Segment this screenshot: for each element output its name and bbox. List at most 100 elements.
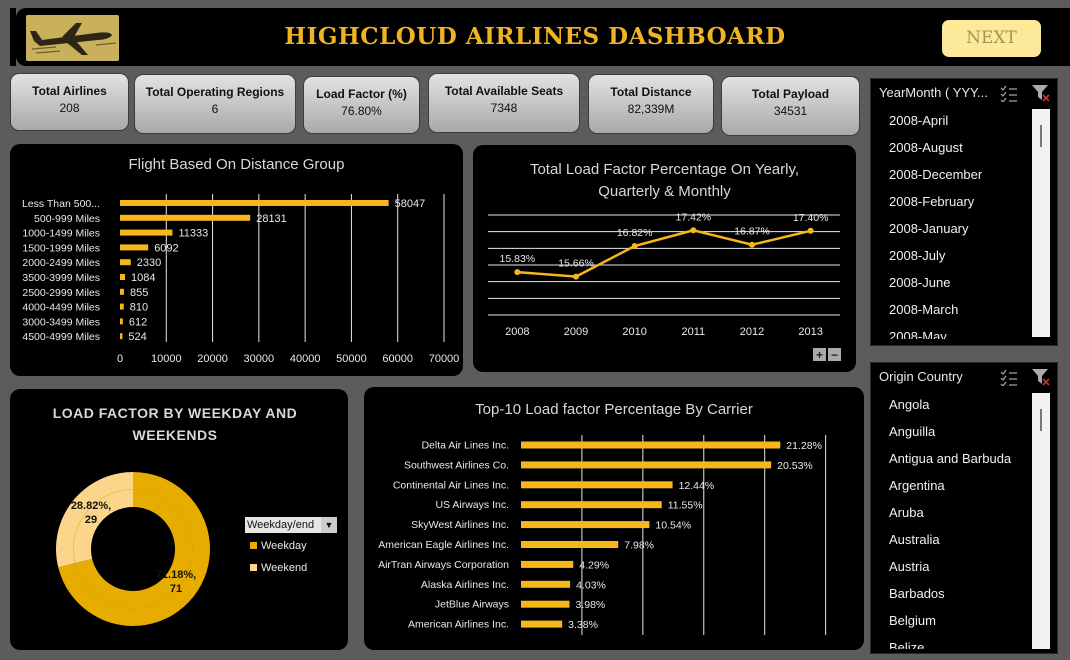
data-point	[573, 273, 579, 280]
kpi-value: 6	[211, 102, 219, 116]
slicer-item[interactable]: Argentina	[889, 478, 945, 493]
legend-item-weekend: Weekend	[250, 562, 345, 574]
data-label: 15.83%	[500, 253, 536, 265]
slicer-item[interactable]: Antigua and Barbuda	[889, 451, 1011, 466]
data-label: 16.82%	[617, 227, 653, 239]
zoom-out-button[interactable]: −	[828, 348, 841, 362]
category-label: 1000-1499 Miles	[22, 228, 100, 240]
category-label: American Eagle Airlines Inc.	[378, 539, 509, 551]
slicer-item[interactable]: 2008-May	[889, 329, 947, 339]
chevron-down-icon[interactable]: ▼	[321, 517, 337, 533]
scrollbar-thumb[interactable]	[1040, 409, 1042, 431]
data-label: 11333	[178, 228, 208, 240]
next-button[interactable]: NEXT	[942, 20, 1041, 57]
bar	[521, 541, 619, 548]
data-label: 612	[129, 316, 147, 328]
legend-label: Weekday	[261, 540, 307, 552]
bar	[120, 214, 251, 221]
slicer-item[interactable]: Belgium	[889, 613, 936, 628]
scrollbar-thumb[interactable]	[1040, 125, 1042, 147]
kpi-value: 34531	[773, 104, 808, 118]
kpi-value: 82,339M	[627, 102, 675, 116]
data-label: 17.40%	[793, 212, 829, 224]
x-tick-label: 60000	[382, 353, 413, 365]
slicer-item[interactable]: 2008-June	[889, 275, 950, 290]
x-tick-label: 2010	[622, 326, 646, 338]
bar	[120, 229, 173, 236]
data-label: 11.55%	[668, 500, 703, 512]
data-label: 855	[130, 287, 148, 299]
bar	[521, 521, 650, 529]
kpi-label: Total Operating Regions	[145, 85, 285, 99]
slicer-item[interactable]: Angola	[889, 397, 929, 412]
slicer-item[interactable]: Austria	[889, 559, 929, 574]
legend-label: Weekend	[261, 562, 308, 574]
slice-label: 71.18%,	[156, 569, 196, 581]
data-label: 21.28%	[786, 440, 822, 452]
x-tick-label: 0	[117, 353, 123, 365]
bar	[120, 288, 124, 295]
slicer-item[interactable]: Belize	[889, 640, 924, 649]
bar	[521, 620, 563, 628]
legend-swatch	[250, 542, 257, 549]
slicer-item[interactable]: Anguilla	[889, 424, 935, 439]
slicer-item[interactable]: Barbados	[889, 586, 945, 601]
multi-select-icon[interactable]	[999, 84, 1019, 102]
category-label: 3500-3999 Miles	[22, 272, 100, 284]
slicer-item[interactable]: 2008-April	[889, 113, 948, 128]
bar	[521, 501, 662, 509]
slicer-item[interactable]: 2008-August	[889, 140, 963, 155]
kpi-total-distance: Total Distance 82,339M	[588, 74, 714, 134]
x-tick-label: 2013	[798, 326, 822, 338]
slicer-item[interactable]: 2008-January	[889, 221, 969, 236]
clear-filter-icon[interactable]	[1031, 368, 1051, 386]
data-label: 1084	[131, 272, 155, 284]
slicer-item[interactable]: 2008-December	[889, 167, 982, 182]
kpi-total-payload: Total Payload 34531	[721, 76, 860, 136]
clear-filter-icon[interactable]	[1031, 84, 1051, 102]
bar	[521, 560, 574, 568]
bar	[120, 244, 149, 251]
data-label: 524	[128, 331, 146, 343]
legend-filter-dropdown[interactable]: Weekday/end ▼	[245, 517, 337, 533]
bar	[521, 600, 570, 608]
data-label: 3.98%	[575, 599, 605, 611]
category-label: US Airways Inc.	[435, 499, 509, 511]
bar	[120, 318, 123, 325]
slicer-item[interactable]: 2008-March	[889, 302, 958, 317]
data-point	[631, 243, 638, 250]
kpi-load-factor: Load Factor (%) 76.80%	[303, 76, 420, 134]
bar	[521, 481, 673, 489]
bar	[120, 259, 131, 266]
slicer-item[interactable]: 2008-February	[889, 194, 974, 209]
multi-select-icon[interactable]	[999, 368, 1019, 386]
kpi-total-operating-regions: Total Operating Regions 6	[134, 74, 296, 134]
category-label: Alaska Airlines Inc.	[421, 579, 509, 591]
category-label: 2000-2499 Miles	[22, 257, 100, 269]
data-label: 58047	[395, 198, 426, 210]
data-label: 2330	[137, 257, 161, 269]
slicer-item-list: Angola Anguilla Antigua and Barbuda Arge…	[877, 393, 1049, 649]
x-tick-label: 10000	[151, 353, 182, 365]
zoom-in-button[interactable]: +	[813, 348, 826, 362]
data-label: 20.53%	[777, 460, 813, 472]
data-label: 17.42%	[676, 211, 712, 223]
x-tick-label: 50000	[336, 353, 367, 365]
top-carrier-chart: Top-10 Load factor Percentage By Carrier…	[364, 387, 864, 650]
slicer-item[interactable]: Australia	[889, 532, 940, 547]
x-tick-label: 20000	[197, 353, 228, 365]
data-point	[690, 227, 697, 234]
slicer-scrollbar[interactable]	[1032, 393, 1050, 649]
data-point	[749, 241, 755, 248]
category-label: Less Than 500...	[22, 198, 100, 210]
slicer-scrollbar[interactable]	[1032, 109, 1050, 337]
yearmonth-slicer: YearMonth ( YYY... 2008-April 2008-Augus…	[870, 78, 1058, 346]
slicer-item[interactable]: Aruba	[889, 505, 924, 520]
bar	[521, 580, 571, 588]
slicer-item[interactable]: 2008-July	[889, 248, 945, 263]
data-label: 15.66%	[558, 258, 594, 270]
x-tick-label: 2012	[740, 326, 764, 338]
kpi-label: Total Airlines	[32, 84, 107, 98]
bar	[120, 274, 126, 280]
slicer-title: Origin Country	[879, 369, 963, 384]
